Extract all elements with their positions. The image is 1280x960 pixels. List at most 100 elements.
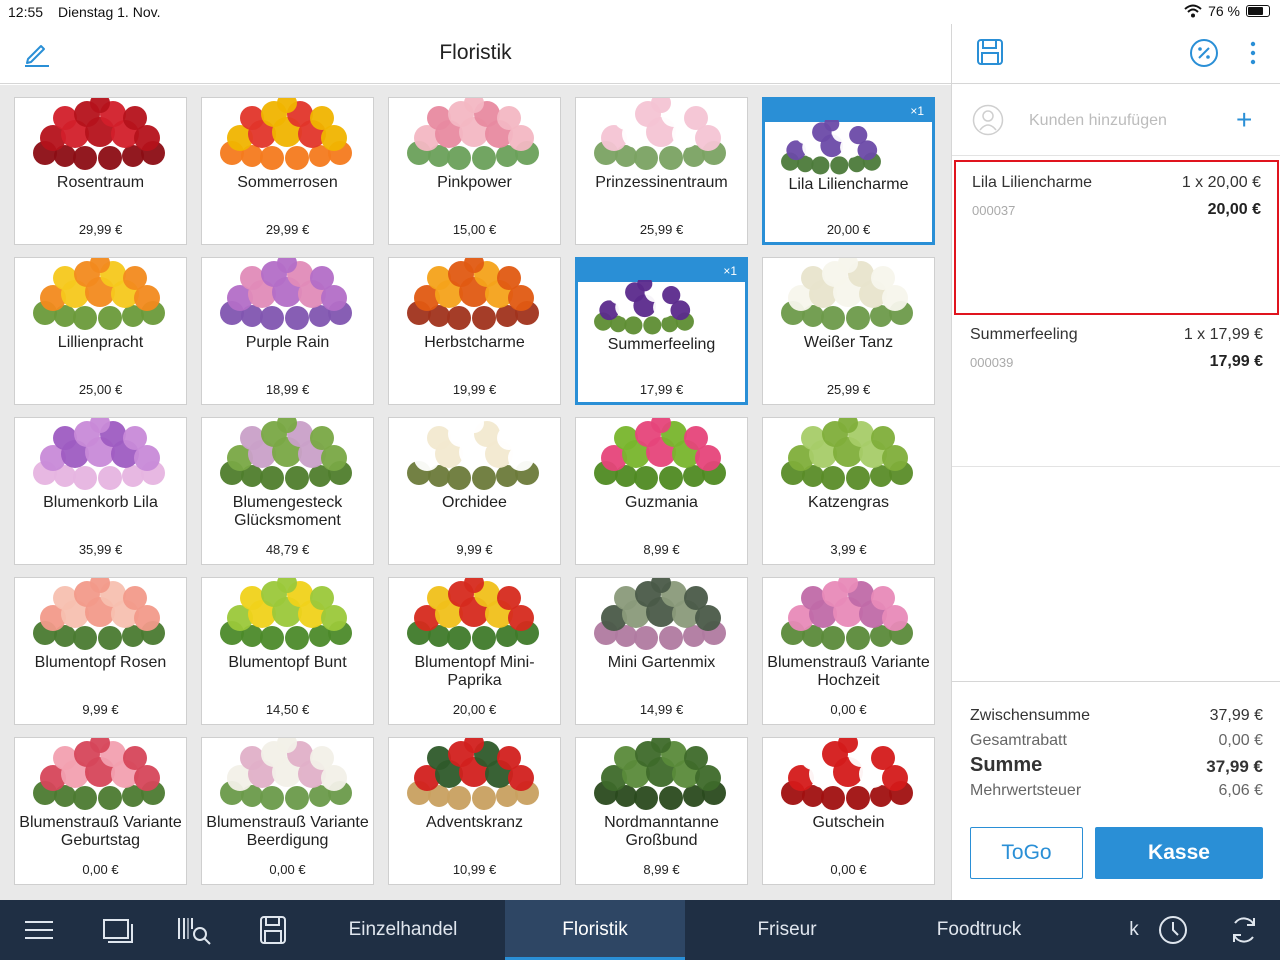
product-tile[interactable]: Sommerrosen 29,99 € <box>201 97 374 245</box>
product-tile[interactable]: Purple Rain 18,99 € <box>201 257 374 405</box>
floppy-icon[interactable] <box>259 915 287 950</box>
product-price: 25,99 € <box>826 382 871 397</box>
product-name: Blumenstrauß Variante Beerdigung <box>206 814 369 849</box>
product-name: Pinkpower <box>437 174 512 191</box>
product-price: 8,99 € <box>643 862 680 877</box>
product-name: Lillienpracht <box>57 334 144 351</box>
product-image <box>781 738 913 810</box>
product-tile[interactable]: Mini Gartenmix 14,99 € <box>575 577 748 725</box>
product-tile[interactable]: Gutschein 0,00 € <box>762 737 935 885</box>
product-tile[interactable]: Rosentraum 29,99 € <box>14 97 187 245</box>
product-price: 35,99 € <box>78 542 123 557</box>
product-name: Lila Liliencharme <box>788 176 909 193</box>
tab-partial[interactable]: k <box>1124 900 1144 960</box>
tab-friseur[interactable]: Friseur <box>690 900 884 960</box>
product-price: 0,00 € <box>830 862 867 877</box>
product-image <box>407 578 539 650</box>
clock-icon[interactable] <box>1158 915 1188 950</box>
product-tile[interactable]: ×1 Lila Liliencharme 20,00 € <box>762 97 935 245</box>
cart-item[interactable]: Lila Liliencharme 1 x 20,00 € 000037 20,… <box>954 160 1279 315</box>
product-price: 25,00 € <box>78 382 123 397</box>
cart-item-total: 20,00 € <box>1207 201 1261 218</box>
sum-row: Summe 37,99 € <box>970 754 1263 777</box>
product-price: 14,50 € <box>265 702 310 717</box>
add-customer-plus-icon[interactable]: + <box>1236 106 1252 134</box>
product-image <box>594 418 726 490</box>
tab-foodtruck[interactable]: Foodtruck <box>884 900 1074 960</box>
product-image <box>407 98 539 170</box>
product-name: Blumentopf Bunt <box>228 654 347 671</box>
product-tile[interactable]: Katzengras 3,99 € <box>762 417 935 565</box>
togo-button[interactable]: ToGo <box>970 827 1083 879</box>
product-name: Blumengesteck Glücksmoment <box>232 494 343 529</box>
checkout-button[interactable]: Kasse <box>1095 827 1263 879</box>
discount-row: Gesamtrabatt 0,00 € <box>970 732 1263 750</box>
save-button[interactable] <box>976 38 1004 71</box>
product-name: Blumentopf Rosen <box>34 654 167 671</box>
cart-item-sku: 000037 <box>972 203 1016 218</box>
product-image <box>781 418 913 490</box>
product-tile[interactable]: Blumengesteck Glücksmoment 48,79 € <box>201 417 374 565</box>
product-tile[interactable]: Blumentopf Mini-Paprika 20,00 € <box>388 577 561 725</box>
product-image <box>33 258 165 330</box>
product-name: Prinzessinentraum <box>595 174 728 191</box>
product-price: 25,99 € <box>639 222 684 237</box>
product-tile[interactable]: Orchidee 9,99 € <box>388 417 561 565</box>
product-tile[interactable]: Lillienpracht 25,00 € <box>14 257 187 405</box>
tax-row: Mehrwertsteuer 6,06 € <box>970 782 1263 800</box>
wifi-icon <box>1184 4 1202 18</box>
product-tile[interactable]: Blumentopf Bunt 14,50 € <box>201 577 374 725</box>
battery-icon <box>1246 5 1270 17</box>
product-tile[interactable]: Blumenstrauß Variante Beerdigung 0,00 € <box>201 737 374 885</box>
product-tile[interactable]: Blumenstrauß Variante Hochzeit 0,00 € <box>762 577 935 725</box>
pos-app: 12:55 Dienstag 1. Nov. 76 % Floristik Ro… <box>0 0 1280 960</box>
product-name: Sommerrosen <box>237 174 338 191</box>
add-customer-row[interactable]: Kunden hinzufügen + <box>952 84 1280 156</box>
product-tile[interactable]: Blumenkorb Lila 35,99 € <box>14 417 187 565</box>
tab-einzelhandel[interactable]: Einzelhandel <box>305 900 501 960</box>
product-tile[interactable]: ×1 Summerfeeling 17,99 € <box>575 257 748 405</box>
product-image <box>220 258 352 330</box>
product-name: Blumenkorb Lila <box>43 494 158 511</box>
product-tile[interactable]: Pinkpower 15,00 € <box>388 97 561 245</box>
screens-icon[interactable] <box>102 916 134 949</box>
product-price: 20,00 € <box>826 222 871 237</box>
product-tile[interactable]: Nordmanntanne Großbund 8,99 € <box>575 737 748 885</box>
more-button[interactable] <box>1249 40 1257 71</box>
product-image <box>33 418 165 490</box>
product-tile[interactable]: Guzmania 8,99 € <box>575 417 748 565</box>
floppy-icon <box>977 39 1003 65</box>
product-image <box>781 578 913 650</box>
product-name: Weißer Tanz <box>803 334 894 351</box>
cart-header <box>952 24 1280 84</box>
product-name: Summerfeeling <box>607 336 716 353</box>
product-price: 9,99 € <box>456 542 493 557</box>
product-grid: Rosentraum 29,99 € Sommerrosen 29,99 € Pinkp… <box>0 85 951 900</box>
product-tile[interactable]: Weißer Tanz 25,99 € <box>762 257 935 405</box>
totals-section: Zwischensumme 37,99 € Gesamtrabatt 0,00 … <box>952 681 1280 900</box>
sum-label: Summe <box>970 754 1043 776</box>
product-price: 8,99 € <box>643 542 680 557</box>
discount-label: Gesamtrabatt <box>970 732 1067 749</box>
battery-percent: 76 % <box>1208 3 1240 19</box>
product-price: 15,00 € <box>452 222 497 237</box>
product-price: 17,99 € <box>639 382 684 397</box>
status-right: 76 % <box>1184 3 1270 19</box>
product-tile[interactable]: Adventskranz 10,99 € <box>388 737 561 885</box>
discount-button[interactable] <box>1189 38 1219 73</box>
quantity-badge: ×1 <box>578 260 745 282</box>
menu-icon[interactable] <box>24 919 54 946</box>
product-tile[interactable]: Prinzessinentraum 25,99 € <box>575 97 748 245</box>
product-tile[interactable]: Herbstcharme 19,99 € <box>388 257 561 405</box>
subtotal-value: 37,99 € <box>1209 707 1263 724</box>
barcode-search-icon[interactable] <box>177 915 213 950</box>
product-price: 14,99 € <box>639 702 684 717</box>
cart-item[interactable]: Summerfeeling 1 x 17,99 € 000039 17,99 € <box>954 314 1279 466</box>
product-tile[interactable]: Blumenstrauß Variante Geburtstag 0,00 € <box>14 737 187 885</box>
tab-floristik[interactable]: Floristik <box>505 900 685 960</box>
product-price: 18,99 € <box>265 382 310 397</box>
product-tile[interactable]: Blumentopf Rosen 9,99 € <box>14 577 187 725</box>
tax-value: 6,06 € <box>1218 782 1263 799</box>
tax-label: Mehrwertsteuer <box>970 782 1082 799</box>
sync-icon[interactable] <box>1229 915 1259 950</box>
